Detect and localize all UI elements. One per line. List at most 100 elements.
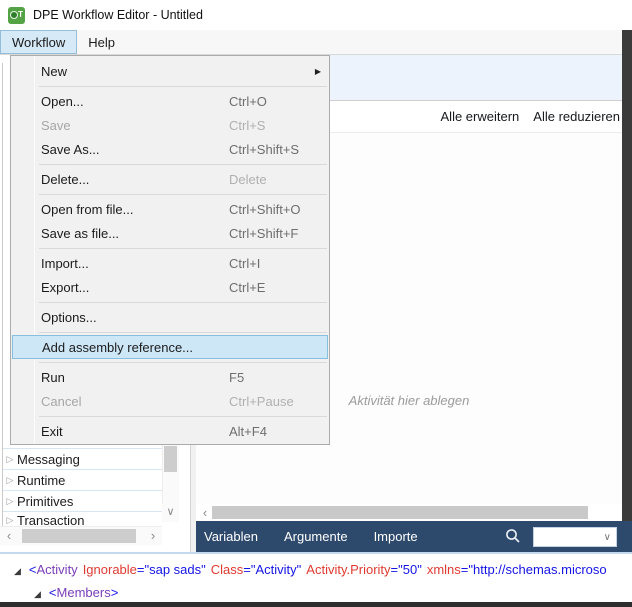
xml-tag-name: Activity: [37, 562, 78, 577]
toolbox-category-runtime[interactable]: ▷ Runtime: [3, 469, 162, 490]
toolbox-category-label: Primitives: [17, 494, 73, 509]
menu-item-label: Run: [41, 370, 65, 385]
menu-item-shortcut: Ctrl+E: [229, 280, 265, 295]
menu-item-save-as[interactable]: Save As... Ctrl+Shift+S: [11, 137, 329, 161]
menu-item-label: Options...: [41, 310, 97, 325]
xml-delimiter: <: [29, 562, 37, 577]
menu-item-new[interactable]: New ▶: [11, 59, 329, 83]
menu-help[interactable]: Help: [77, 30, 126, 54]
outline-expanded-icon[interactable]: ◢: [34, 589, 41, 599]
menu-item-shortcut: Ctrl+Shift+F: [229, 226, 298, 241]
menu-item-label: Save As...: [41, 142, 100, 157]
menu-item-label: Add assembly reference...: [42, 340, 193, 355]
expander-collapsed-icon[interactable]: ▷: [3, 515, 17, 526]
menu-item-label: Cancel: [41, 394, 81, 409]
toolbox-horizontal-scrollbar[interactable]: ‹ ›: [0, 526, 162, 545]
menu-item-import[interactable]: Import... Ctrl+I: [11, 251, 329, 275]
menu-item-options[interactable]: Options...: [11, 305, 329, 329]
canvas-horizontal-scrollbar-thumb[interactable]: [212, 506, 588, 519]
toolbox-category-primitives[interactable]: ▷ Primitives: [3, 490, 162, 511]
toolbox-horizontal-scrollbar-thumb[interactable]: [22, 529, 136, 543]
menu-separator: [39, 416, 327, 417]
toolbox-category-messaging[interactable]: ▷ Messaging: [3, 448, 162, 469]
app-icon: T: [8, 7, 25, 24]
menu-separator: [39, 194, 327, 195]
menu-item-delete[interactable]: Delete... Delete: [11, 167, 329, 191]
dpe-workflow-editor-window: T DPE Workflow Editor - Untitled Workflo…: [0, 0, 632, 607]
expander-collapsed-icon[interactable]: ▷: [3, 496, 17, 507]
xml-attribute-value: ="50": [391, 562, 422, 577]
menu-item-save-as-file[interactable]: Save as file... Ctrl+Shift+F: [11, 221, 329, 245]
background-window-edge: [622, 30, 632, 521]
menu-item-label: Import...: [41, 256, 89, 271]
xml-delimiter: >: [111, 585, 119, 600]
menu-item-label: Save: [41, 118, 71, 133]
menu-separator: [39, 362, 327, 363]
menu-item-shortcut: Ctrl+Shift+S: [229, 142, 299, 157]
designer-bottom-bar: Variablen Argumente Importe ∨: [196, 521, 632, 552]
collapse-all-link[interactable]: Alle reduzieren: [533, 109, 620, 124]
menu-item-export[interactable]: Export... Ctrl+E: [11, 275, 329, 299]
menu-item-run[interactable]: Run F5: [11, 365, 329, 389]
xaml-line-members[interactable]: ◢ <Members>: [34, 585, 118, 600]
scrollbar-right-arrow-icon[interactable]: ›: [146, 528, 160, 545]
menu-item-shortcut: Delete: [229, 172, 267, 187]
canvas-horizontal-scrollbar[interactable]: ‹: [196, 504, 632, 521]
menu-item-cancel: Cancel Ctrl+Pause: [11, 389, 329, 413]
menu-item-label: New: [41, 64, 67, 79]
menu-item-shortcut: Alt+F4: [229, 424, 267, 439]
window-title: DPE Workflow Editor - Untitled: [33, 8, 203, 22]
xml-attribute-name: xmlns: [427, 562, 461, 577]
menu-workflow[interactable]: Workflow: [0, 30, 77, 54]
xml-attribute-name: Ignorable: [83, 562, 137, 577]
menu-item-shortcut: Ctrl+S: [229, 118, 265, 133]
submenu-arrow-icon: ▶: [315, 67, 321, 76]
bottom-window-edge: [0, 602, 632, 607]
tab-variablen[interactable]: Variablen: [204, 529, 258, 544]
menu-item-label: Export...: [41, 280, 89, 295]
toolbox-category-label: Messaging: [17, 452, 80, 467]
tab-importe[interactable]: Importe: [374, 529, 418, 544]
app-icon-letter: T: [18, 10, 23, 19]
chevron-down-icon: ∨: [604, 532, 611, 543]
xml-delimiter: <: [49, 585, 57, 600]
menu-separator: [39, 164, 327, 165]
search-scope-combobox[interactable]: ∨: [533, 527, 617, 547]
menu-item-label: Save as file...: [41, 226, 119, 241]
menu-separator: [39, 248, 327, 249]
menu-item-exit[interactable]: Exit Alt+F4: [11, 419, 329, 443]
xml-attribute-name: Class: [211, 562, 244, 577]
scrollbar-down-arrow-icon[interactable]: ∨: [162, 504, 179, 522]
menu-item-label: Exit: [41, 424, 63, 439]
workflow-menu-popup: New ▶ Open... Ctrl+O Save Ctrl+S Save As…: [10, 55, 330, 445]
toolbox-category-label: Runtime: [17, 473, 65, 488]
menu-item-label: Open from file...: [41, 202, 133, 217]
xml-attribute-value: ="Activity": [243, 562, 301, 577]
menu-separator: [39, 332, 327, 333]
menu-separator: [39, 302, 327, 303]
menu-item-open-from-file[interactable]: Open from file... Ctrl+Shift+O: [11, 197, 329, 221]
outline-expanded-icon[interactable]: ◢: [14, 566, 21, 576]
xml-attribute-name: Activity.Priority: [306, 562, 390, 577]
xaml-outline-panel: ◢<ActivityIgnorable="sap sads"Class="Act…: [0, 552, 632, 602]
menu-item-open[interactable]: Open... Ctrl+O: [11, 89, 329, 113]
scrollbar-left-arrow-icon[interactable]: ‹: [198, 505, 212, 522]
expand-all-link[interactable]: Alle erweitern: [441, 109, 520, 124]
expander-collapsed-icon[interactable]: ▷: [3, 475, 17, 486]
menu-item-add-assembly-reference[interactable]: Add assembly reference...: [12, 335, 328, 359]
menu-bar: Workflow Help: [0, 30, 622, 55]
menu-item-save: Save Ctrl+S: [11, 113, 329, 137]
expander-collapsed-icon[interactable]: ▷: [3, 454, 17, 465]
title-bar: T DPE Workflow Editor - Untitled: [0, 0, 632, 30]
xml-tag-name: Members: [57, 585, 111, 600]
scrollbar-left-arrow-icon[interactable]: ‹: [2, 528, 16, 545]
menu-item-shortcut: Ctrl+Pause: [229, 394, 294, 409]
menu-item-shortcut: F5: [229, 370, 244, 385]
xaml-line-activity[interactable]: ◢<ActivityIgnorable="sap sads"Class="Act…: [14, 562, 607, 577]
search-icon[interactable]: [504, 527, 522, 545]
menu-item-shortcut: Ctrl+Shift+O: [229, 202, 301, 217]
toolbox-vertical-scrollbar-thumb[interactable]: [164, 446, 177, 472]
menu-item-shortcut: Ctrl+I: [229, 256, 260, 271]
menu-item-label: Delete...: [41, 172, 89, 187]
tab-argumente[interactable]: Argumente: [284, 529, 348, 544]
